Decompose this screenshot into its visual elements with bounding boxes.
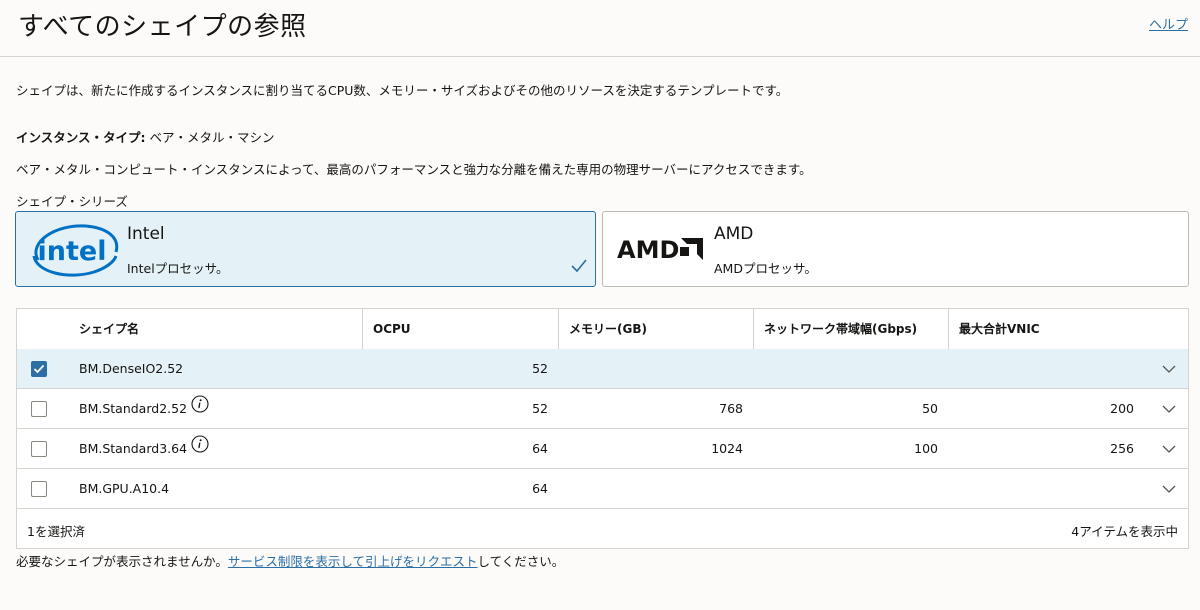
- series-card-amd-subtitle: AMDプロセッサ。: [714, 261, 817, 276]
- amd-logo-text: AMD: [617, 236, 679, 263]
- service-limit-note: 必要なシェイプが表示されませんか。サービス制限を表示して引上げをリクエストしてく…: [16, 551, 564, 570]
- series-card-intel[interactable]: intel Intel Intelプロセッサ。: [15, 211, 596, 287]
- info-icon[interactable]: [191, 429, 209, 468]
- ocpu-value: 64: [532, 441, 548, 456]
- column-header-max-vnic[interactable]: 最大合計VNIC: [948, 309, 1190, 349]
- series-card-intel-subtitle: Intelプロセッサ。: [127, 261, 229, 276]
- memory-value: 1024: [711, 441, 743, 456]
- service-limit-note-suffix: してください。: [477, 554, 565, 569]
- row-checkbox[interactable]: [31, 401, 47, 417]
- checkmark-icon: [571, 258, 587, 277]
- column-header-memory[interactable]: メモリー(GB): [558, 309, 753, 349]
- row-checkbox[interactable]: [31, 441, 47, 457]
- shape-name: BM.Standard2.52: [79, 401, 188, 416]
- vnic-value: 256: [1110, 441, 1134, 456]
- page-title: すべてのシェイプの参照: [18, 12, 307, 42]
- table-footer: 1を選択済 4アイテムを表示中: [17, 510, 1188, 548]
- shape-series-label: シェイプ・シリーズ: [16, 194, 128, 209]
- shape-name-cell: BM.Standard2.52: [79, 389, 209, 428]
- ocpu-value: 52: [532, 401, 548, 416]
- table-row[interactable]: BM.GPU.A10.4 64: [17, 469, 1188, 509]
- vnic-value: [948, 349, 1134, 388]
- shape-name: BM.DenseIO2.52: [79, 361, 184, 376]
- intel-logo-text: intel: [38, 236, 107, 267]
- shapes-table: シェイプ名 OCPU メモリー(GB) ネットワーク帯域幅(Gbps) 最大合計…: [16, 308, 1189, 549]
- row-checkbox[interactable]: [31, 361, 47, 377]
- column-header-ocpu[interactable]: OCPU: [362, 309, 558, 349]
- shape-name: BM.Standard3.64: [79, 441, 188, 456]
- bandwidth-value: [753, 469, 938, 508]
- memory-value: [558, 349, 743, 388]
- instance-type-description: ベア・メタル・コンピュート・インスタンスによって、最高のパフォーマンスと強力な分…: [16, 162, 812, 177]
- shape-name-cell: BM.Standard3.64: [79, 429, 209, 468]
- service-limit-note-prefix: 必要なシェイプが表示されませんか。: [16, 554, 228, 569]
- items-shown-count: 4アイテムを表示中: [1071, 524, 1178, 539]
- series-card-amd-name: AMD: [714, 224, 754, 244]
- ocpu-value: 64: [532, 481, 548, 496]
- instance-type: インスタンス・タイプ: ベア・メタル・マシン: [16, 127, 275, 146]
- service-limit-link[interactable]: サービス制限を表示して引上げをリクエスト: [228, 554, 478, 569]
- table-row[interactable]: BM.Standard2.52 52 768 50 200: [17, 389, 1188, 429]
- page-header: すべてのシェイプの参照 ヘルプ: [0, 0, 1200, 57]
- row-checkbox[interactable]: [31, 481, 47, 497]
- table-row[interactable]: BM.Standard3.64 64 1024 100 256: [17, 429, 1188, 469]
- chevron-down-icon[interactable]: [1162, 442, 1176, 457]
- chevron-down-icon[interactable]: [1162, 402, 1176, 417]
- bandwidth-value: [753, 349, 938, 388]
- shape-name: BM.GPU.A10.4: [79, 481, 170, 496]
- bandwidth-value: 50: [922, 401, 938, 416]
- instance-type-value: ベア・メタル・マシン: [149, 130, 275, 145]
- series-card-intel-name: Intel: [127, 224, 165, 244]
- series-card-amd[interactable]: AMD AMD AMDプロセッサ。: [602, 211, 1189, 287]
- memory-value: 768: [719, 401, 743, 416]
- shape-description: シェイプは、新たに作成するインスタンスに割り当てるCPU数、メモリー・サイズおよ…: [16, 83, 789, 98]
- table-row[interactable]: BM.DenseIO2.52 52: [17, 349, 1188, 389]
- ocpu-value: 52: [532, 361, 548, 376]
- memory-value: [558, 469, 743, 508]
- vnic-value: [948, 469, 1134, 508]
- table-header: シェイプ名 OCPU メモリー(GB) ネットワーク帯域幅(Gbps) 最大合計…: [17, 309, 1188, 350]
- column-header-network-bandwidth[interactable]: ネットワーク帯域幅(Gbps): [753, 309, 948, 349]
- instance-type-label: インスタンス・タイプ:: [16, 130, 146, 145]
- vnic-value: 200: [1110, 401, 1134, 416]
- amd-logo: AMD: [617, 235, 709, 267]
- intel-logo: intel: [28, 220, 120, 284]
- info-icon[interactable]: [191, 389, 209, 428]
- column-header-shape-name[interactable]: シェイプ名: [69, 309, 362, 349]
- help-link[interactable]: ヘルプ: [1149, 14, 1188, 33]
- chevron-down-icon[interactable]: [1162, 362, 1176, 377]
- bandwidth-value: 100: [914, 441, 938, 456]
- chevron-down-icon[interactable]: [1162, 482, 1176, 497]
- selected-count: 1を選択済: [27, 524, 85, 539]
